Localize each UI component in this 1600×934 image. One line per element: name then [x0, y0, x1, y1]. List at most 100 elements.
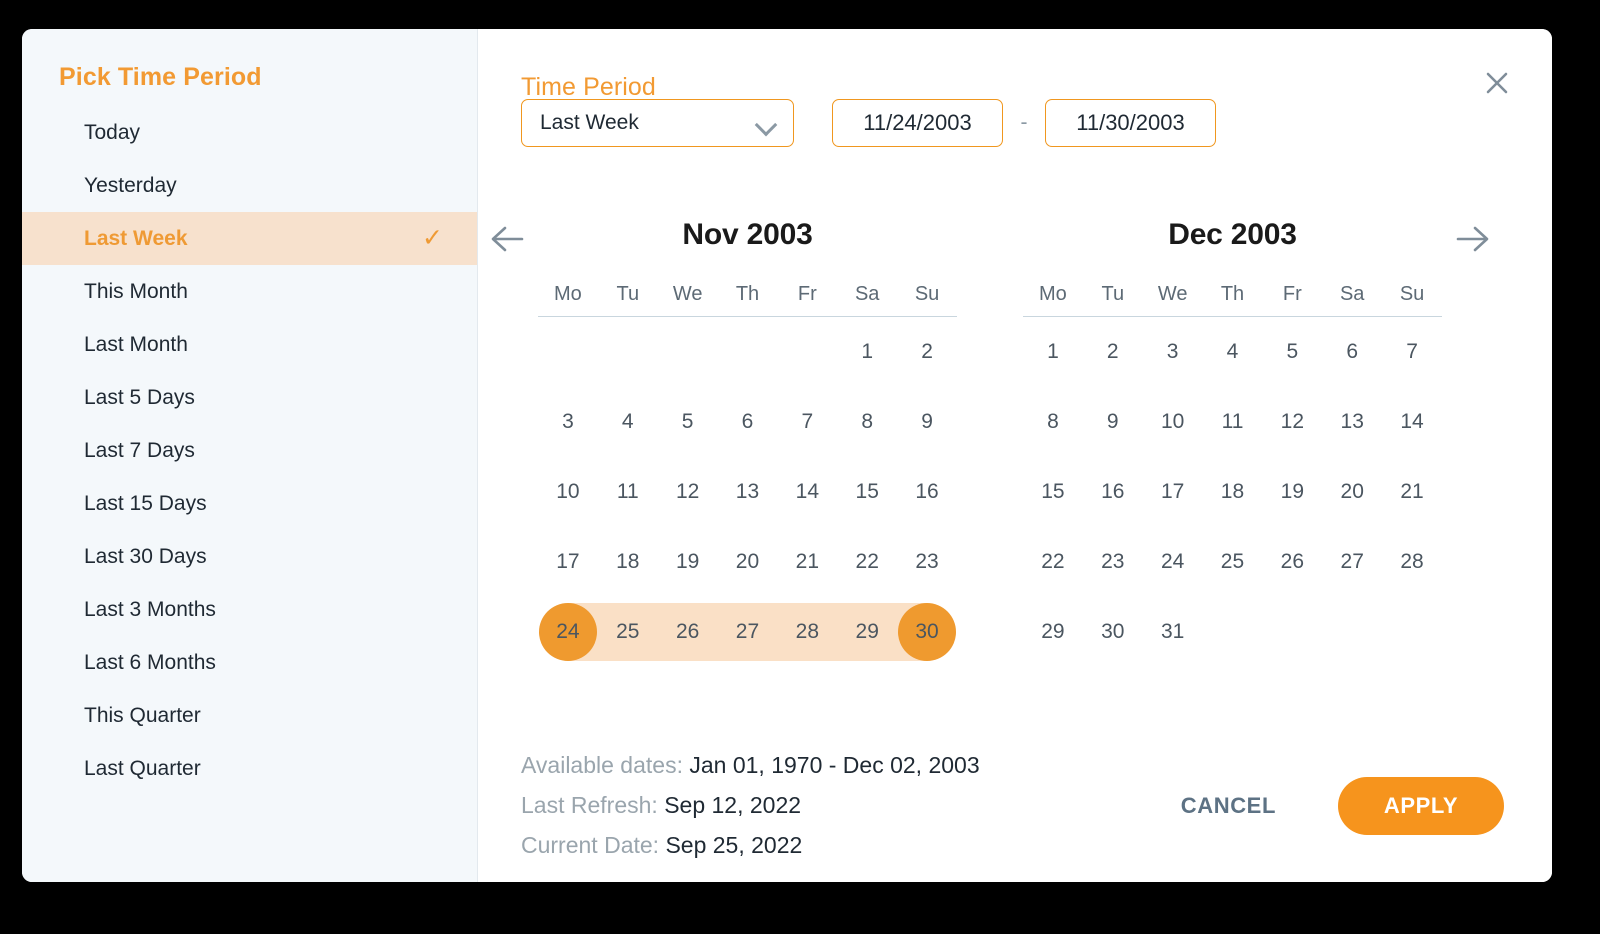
- day-number: 4: [1226, 340, 1239, 363]
- day-cell[interactable]: 6: [718, 387, 778, 457]
- day-cell[interactable]: 29: [837, 597, 898, 667]
- day-cell[interactable]: 15: [837, 457, 897, 527]
- calendar-month-2: Dec 2003 Mo Tu We Th Fr Sa Su 1 2 3 4 5 6 7 8 9 10 11 12 13 1…: [1019, 207, 1446, 667]
- day-cell[interactable]: 27: [717, 597, 778, 667]
- day-cell-empty: [718, 317, 778, 387]
- day-cell[interactable]: 6: [1322, 317, 1382, 387]
- day-cell[interactable]: 26: [657, 597, 718, 667]
- day-cell[interactable]: 3: [538, 387, 598, 457]
- day-cell[interactable]: 10: [1143, 387, 1203, 457]
- day-cell[interactable]: 24: [1143, 527, 1203, 597]
- day-cell[interactable]: 5: [658, 387, 718, 457]
- day-cell[interactable]: 4: [1203, 317, 1263, 387]
- preset-select-value: Last Week: [540, 111, 639, 134]
- start-date-input[interactable]: 11/24/2003: [832, 99, 1003, 147]
- day-number: 5: [1286, 340, 1299, 363]
- day-number: 7: [1406, 340, 1418, 363]
- day-cell[interactable]: 20: [1322, 457, 1382, 527]
- day-cell[interactable]: 22: [837, 527, 897, 597]
- day-cell[interactable]: 26: [1262, 527, 1322, 597]
- arrow-right-icon[interactable]: [1446, 211, 1502, 267]
- day-cell[interactable]: 14: [1382, 387, 1442, 457]
- sidebar-item-last-6-months[interactable]: Last 6 Months: [22, 636, 477, 689]
- sidebar-item-last-quarter[interactable]: Last Quarter: [22, 742, 477, 795]
- day-cell[interactable]: 1: [837, 317, 897, 387]
- weekday-label: We: [672, 283, 703, 305]
- arrow-left-icon[interactable]: [478, 211, 534, 267]
- day-cell[interactable]: 3: [1143, 317, 1203, 387]
- day-number: 10: [556, 480, 580, 503]
- weekday-label: Su: [914, 283, 940, 305]
- day-cell[interactable]: 13: [718, 457, 778, 527]
- day-cell[interactable]: 23: [897, 527, 957, 597]
- day-cell[interactable]: 13: [1322, 387, 1382, 457]
- day-cell[interactable]: 11: [598, 457, 658, 527]
- day-cell[interactable]: 2: [1083, 317, 1143, 387]
- sidebar-item-last-7-days[interactable]: Last 7 Days: [22, 424, 477, 477]
- day-cell[interactable]: 24: [538, 597, 598, 667]
- day-number: 16: [1101, 480, 1125, 503]
- day-cell[interactable]: 25: [597, 597, 658, 667]
- day-cell[interactable]: 12: [1262, 387, 1322, 457]
- day-cell[interactable]: 19: [658, 527, 718, 597]
- day-cell[interactable]: 7: [1382, 317, 1442, 387]
- day-cell[interactable]: 8: [1023, 387, 1083, 457]
- sidebar-item-yesterday[interactable]: Yesterday: [22, 159, 477, 212]
- day-cell[interactable]: 27: [1322, 527, 1382, 597]
- day-cell[interactable]: 18: [1203, 457, 1263, 527]
- day-cell[interactable]: 21: [1382, 457, 1442, 527]
- day-cell[interactable]: 4: [598, 387, 658, 457]
- day-cell[interactable]: 19: [1262, 457, 1322, 527]
- day-cell[interactable]: 7: [777, 387, 837, 457]
- cancel-button[interactable]: CANCEL: [1163, 783, 1294, 829]
- day-cell[interactable]: 25: [1203, 527, 1263, 597]
- sidebar-item-last-month[interactable]: Last Month: [22, 318, 477, 371]
- sidebar-item-label: Today: [84, 121, 141, 144]
- day-number: 3: [562, 410, 574, 433]
- day-cell[interactable]: 16: [897, 457, 957, 527]
- day-cell[interactable]: 16: [1083, 457, 1143, 527]
- day-cell[interactable]: 5: [1262, 317, 1322, 387]
- day-number: 6: [741, 410, 754, 433]
- day-cell[interactable]: 29: [1023, 597, 1083, 667]
- day-cell[interactable]: 12: [658, 457, 718, 527]
- weekday-label: Sa: [1339, 283, 1365, 305]
- day-cell[interactable]: 18: [598, 527, 658, 597]
- sidebar-item-this-month[interactable]: This Month: [22, 265, 477, 318]
- day-cell[interactable]: 9: [897, 387, 957, 457]
- day-cell[interactable]: 20: [718, 527, 778, 597]
- day-cell[interactable]: 17: [538, 527, 598, 597]
- day-cell[interactable]: 1: [1023, 317, 1083, 387]
- sidebar-item-last-30-days[interactable]: Last 30 Days: [22, 530, 477, 583]
- day-cell[interactable]: 17: [1143, 457, 1203, 527]
- day-number: 12: [1280, 410, 1305, 433]
- sidebar-item-last-week[interactable]: Last Week ✓: [22, 212, 477, 265]
- sidebar-item-this-quarter[interactable]: This Quarter: [22, 689, 477, 742]
- day-cell[interactable]: 22: [1023, 527, 1083, 597]
- day-cell[interactable]: 15: [1023, 457, 1083, 527]
- day-cell[interactable]: 31: [1143, 597, 1203, 667]
- sidebar-item-last-5-days[interactable]: Last 5 Days: [22, 371, 477, 424]
- sidebar-item-today[interactable]: Today: [22, 106, 477, 159]
- sidebar-item-label: This Quarter: [84, 704, 201, 727]
- day-number: 26: [1280, 550, 1305, 573]
- day-cell[interactable]: 8: [837, 387, 897, 457]
- sidebar-item-last-15-days[interactable]: Last 15 Days: [22, 477, 477, 530]
- apply-button[interactable]: APPLY: [1338, 777, 1504, 835]
- day-cell[interactable]: 28: [1382, 527, 1442, 597]
- day-cell[interactable]: 9: [1083, 387, 1143, 457]
- day-cell[interactable]: 11: [1203, 387, 1263, 457]
- day-cell[interactable]: 10: [538, 457, 598, 527]
- close-icon[interactable]: [1480, 66, 1514, 100]
- day-cell[interactable]: 14: [777, 457, 837, 527]
- end-date-input[interactable]: 11/30/2003: [1045, 99, 1216, 147]
- day-cell[interactable]: 2: [897, 317, 957, 387]
- sidebar-item-last-3-months[interactable]: Last 3 Months: [22, 583, 477, 636]
- preset-select[interactable]: Last Week: [521, 99, 794, 147]
- day-cell[interactable]: 30: [897, 597, 957, 667]
- day-cell[interactable]: 28: [777, 597, 838, 667]
- day-cell[interactable]: 21: [777, 527, 837, 597]
- day-number: 13: [735, 480, 760, 503]
- day-cell[interactable]: 23: [1083, 527, 1143, 597]
- day-cell[interactable]: 30: [1083, 597, 1143, 667]
